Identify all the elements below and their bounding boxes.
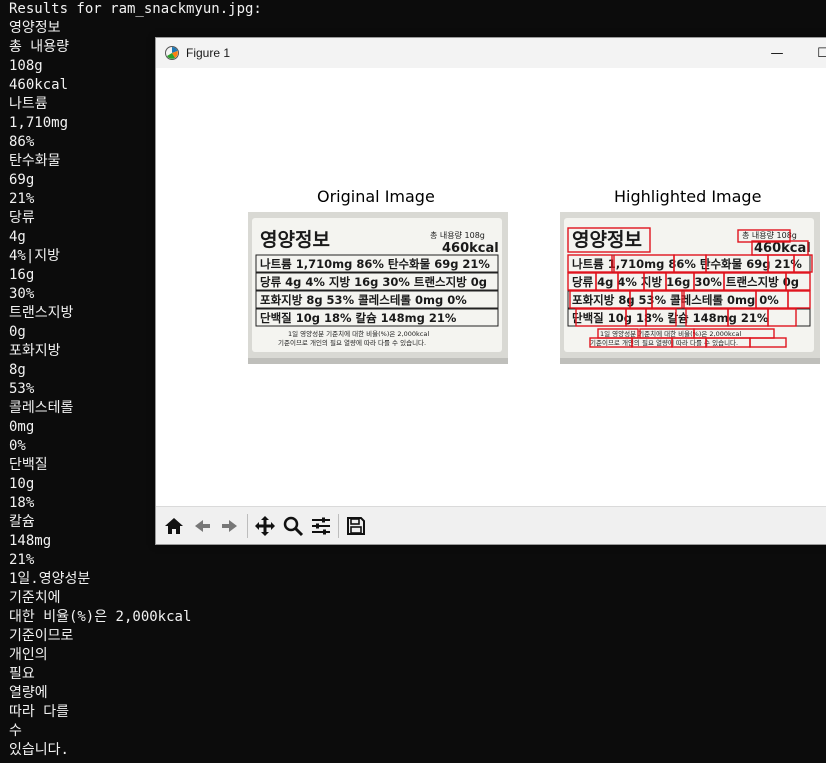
label-row-2: 당류 4g 4% 지방 16g 30% 트랜스지방 0g bbox=[260, 275, 487, 289]
terminal-line: 열량에 bbox=[9, 685, 48, 701]
label-footnote-1: 1일 영양성분 기준치에 대한 비율(%)은 2,000kcal bbox=[288, 329, 429, 338]
figure-canvas: Original Image Highlighted Image 영양정보 총 내… bbox=[156, 68, 826, 506]
label-row-3: 포화지방 8g 53% 콜레스테롤 0mg 0% bbox=[572, 293, 779, 307]
label-kcal: 460kcal bbox=[754, 241, 811, 256]
label-row-2: 당류 4g 4% 지방 16g 30% 트랜스지방 0g bbox=[572, 275, 799, 289]
toolbar-separator bbox=[338, 513, 339, 538]
terminal-line: 대한 비율(%)은 2,000kcal bbox=[9, 609, 192, 625]
figure-titlebar[interactable]: Figure 1 — ☐ bbox=[156, 38, 826, 68]
toolbar-separator bbox=[247, 513, 248, 538]
label-row-4: 단백질 10g 18% 칼슘 148mg 21% bbox=[260, 311, 457, 325]
terminal-line: 따라 다를 bbox=[9, 704, 69, 720]
original-image-title: Original Image bbox=[317, 187, 435, 206]
terminal-line: Results for ram_snackmyun.jpg: bbox=[9, 1, 262, 17]
label-heading: 영양정보 bbox=[260, 229, 330, 251]
highlighted-image-title: Highlighted Image bbox=[614, 187, 762, 206]
pan-icon[interactable] bbox=[251, 512, 279, 540]
label-footnote-2: 기준이므로 개인의 필요 열량에 따라 다를 수 있습니다. bbox=[590, 338, 738, 347]
configure-icon[interactable] bbox=[307, 512, 335, 540]
terminal-line: 있습니다. bbox=[9, 742, 69, 758]
back-icon[interactable] bbox=[188, 512, 216, 540]
original-image: 영양정보 총 내용량 108g 460kcal 나트륨 1,710mg 86% 탄수화… bbox=[248, 212, 508, 364]
terminal-line: 개인의 bbox=[9, 647, 48, 663]
terminal-line: 필요 bbox=[9, 666, 35, 682]
home-icon[interactable] bbox=[160, 512, 188, 540]
label-heading: 영양정보 bbox=[572, 229, 642, 251]
label-row-4: 단백질 10g 18% 칼슘 148mg 21% bbox=[572, 311, 769, 325]
figure-window[interactable]: Figure 1 — ☐ Original Image Highlighted … bbox=[155, 37, 826, 545]
label-row-3: 포화지방 8g 53% 콜레스테롤 0mg 0% bbox=[260, 293, 467, 307]
terminal-line: 21% bbox=[9, 552, 35, 568]
save-icon[interactable] bbox=[342, 512, 370, 540]
label-footnote-2: 기준이므로 개인의 필요 열량에 따라 다를 수 있습니다. bbox=[278, 338, 426, 347]
terminal-line: 기준이므로 bbox=[9, 628, 74, 644]
zoom-icon[interactable] bbox=[279, 512, 307, 540]
terminal-line: 1일.영양성분 bbox=[9, 571, 91, 587]
terminal-line: 기준치에 bbox=[9, 590, 61, 606]
window-title: Figure 1 bbox=[186, 46, 231, 60]
label-total: 총 내용량 108g bbox=[430, 230, 485, 240]
label-kcal: 460kcal bbox=[442, 241, 499, 256]
matplotlib-icon bbox=[164, 45, 180, 61]
label-footnote-1: 1일 영양성분 기준치에 대한 비율(%)은 2,000kcal bbox=[600, 329, 741, 338]
terminal-line: 영양정보 bbox=[9, 20, 61, 36]
maximize-button[interactable]: ☐ bbox=[800, 38, 826, 68]
figure-toolbar bbox=[156, 506, 826, 544]
label-total: 총 내용량 108g bbox=[742, 230, 797, 240]
highlighted-image: 영양정보 총 내용량 108g 460kcal 나트륨 1,710mg 86% 탄수화… bbox=[560, 212, 820, 364]
minimize-button[interactable]: — bbox=[754, 38, 800, 68]
label-row-1: 나트륨 1,710mg 86% 탄수화물 69g 21% bbox=[260, 257, 490, 271]
forward-icon[interactable] bbox=[216, 512, 244, 540]
terminal-line: 수 bbox=[9, 723, 22, 739]
